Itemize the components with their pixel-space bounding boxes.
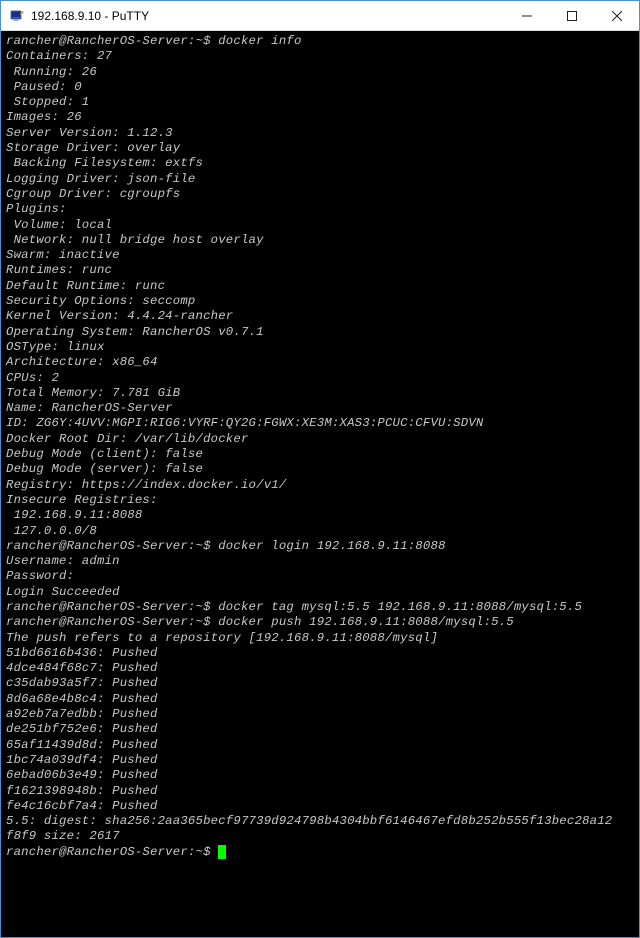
docker-info-line: Containers: 27	[6, 49, 634, 64]
cmd-docker-tag: rancher@RancherOS-Server:~$ docker tag m…	[6, 600, 634, 615]
docker-info-line: Security Options: seccomp	[6, 294, 634, 309]
putty-window: 192.168.9.10 - PuTTY rancher@RancherOS-S…	[0, 0, 640, 938]
docker-push-line: 5.5: digest: sha256:2aa365becf97739d9247…	[6, 814, 634, 829]
docker-info-line: Name: RancherOS-Server	[6, 401, 634, 416]
cursor	[218, 845, 226, 859]
docker-push-line: de251bf752e6: Pushed	[6, 722, 634, 737]
docker-login-line: Password:	[6, 569, 634, 584]
docker-info-line: Stopped: 1	[6, 95, 634, 110]
docker-info-line: Network: null bridge host overlay	[6, 233, 634, 248]
docker-info-line: Volume: local	[6, 218, 634, 233]
docker-info-line: Insecure Registries:	[6, 493, 634, 508]
docker-push-line: 6ebad06b3e49: Pushed	[6, 768, 634, 783]
docker-info-line: Plugins:	[6, 202, 634, 217]
cmd-docker-push: rancher@RancherOS-Server:~$ docker push …	[6, 615, 634, 630]
docker-push-line: 8d6a68e4b8c4: Pushed	[6, 692, 634, 707]
docker-info-line: Running: 26	[6, 65, 634, 80]
docker-info-line: Registry: https://index.docker.io/v1/	[6, 478, 634, 493]
close-button[interactable]	[594, 1, 639, 30]
docker-info-line: Architecture: x86_64	[6, 355, 634, 370]
titlebar[interactable]: 192.168.9.10 - PuTTY	[1, 1, 639, 31]
docker-push-line: 65af11439d8d: Pushed	[6, 738, 634, 753]
docker-info-line: ID: ZG6Y:4UVV:MGPI:RIG6:VYRF:QY2G:FGWX:X…	[6, 416, 634, 431]
docker-info-line: Cgroup Driver: cgroupfs	[6, 187, 634, 202]
putty-icon	[9, 8, 25, 24]
docker-info-line: Debug Mode (server): false	[6, 462, 634, 477]
docker-info-line: Kernel Version: 4.4.24-rancher	[6, 309, 634, 324]
docker-info-line: Server Version: 1.12.3	[6, 126, 634, 141]
docker-push-line: f1621398948b: Pushed	[6, 784, 634, 799]
docker-info-line: Backing Filesystem: extfs	[6, 156, 634, 171]
maximize-button[interactable]	[549, 1, 594, 30]
docker-info-line: Debug Mode (client): false	[6, 447, 634, 462]
docker-push-line: a92eb7a7edbb: Pushed	[6, 707, 634, 722]
cmd-docker-info: rancher@RancherOS-Server:~$ docker info	[6, 34, 634, 49]
docker-info-line: Runtimes: runc	[6, 263, 634, 278]
window-controls	[504, 1, 639, 30]
docker-login-line: Username: admin	[6, 554, 634, 569]
docker-push-line: 1bc74a039df4: Pushed	[6, 753, 634, 768]
docker-push-line: c35dab93a5f7: Pushed	[6, 676, 634, 691]
docker-info-line: Operating System: RancherOS v0.7.1	[6, 325, 634, 340]
docker-push-line: fe4c16cbf7a4: Pushed	[6, 799, 634, 814]
docker-info-line: Storage Driver: overlay	[6, 141, 634, 156]
docker-info-line: 127.0.0.0/8	[6, 524, 634, 539]
docker-push-line: 51bd6616b436: Pushed	[6, 646, 634, 661]
docker-push-line: The push refers to a repository [192.168…	[6, 631, 634, 646]
docker-info-line: OSType: linux	[6, 340, 634, 355]
prompt-current[interactable]: rancher@RancherOS-Server:~$	[6, 845, 634, 860]
cmd-docker-login: rancher@RancherOS-Server:~$ docker login…	[6, 539, 634, 554]
docker-info-line: Docker Root Dir: /var/lib/docker	[6, 432, 634, 447]
docker-info-line: Images: 26	[6, 110, 634, 125]
docker-push-line: f8f9 size: 2617	[6, 829, 634, 844]
docker-login-line: Login Succeeded	[6, 585, 634, 600]
docker-info-line: Default Runtime: runc	[6, 279, 634, 294]
docker-info-line: CPUs: 2	[6, 371, 634, 386]
terminal-area[interactable]: rancher@RancherOS-Server:~$ docker infoC…	[1, 31, 639, 937]
docker-info-line: 192.168.9.11:8088	[6, 508, 634, 523]
docker-info-line: Total Memory: 7.781 GiB	[6, 386, 634, 401]
docker-info-line: Swarm: inactive	[6, 248, 634, 263]
docker-info-line: Paused: 0	[6, 80, 634, 95]
docker-info-line: Logging Driver: json-file	[6, 172, 634, 187]
window-title: 192.168.9.10 - PuTTY	[31, 9, 504, 23]
docker-push-line: 4dce484f68c7: Pushed	[6, 661, 634, 676]
minimize-button[interactable]	[504, 1, 549, 30]
